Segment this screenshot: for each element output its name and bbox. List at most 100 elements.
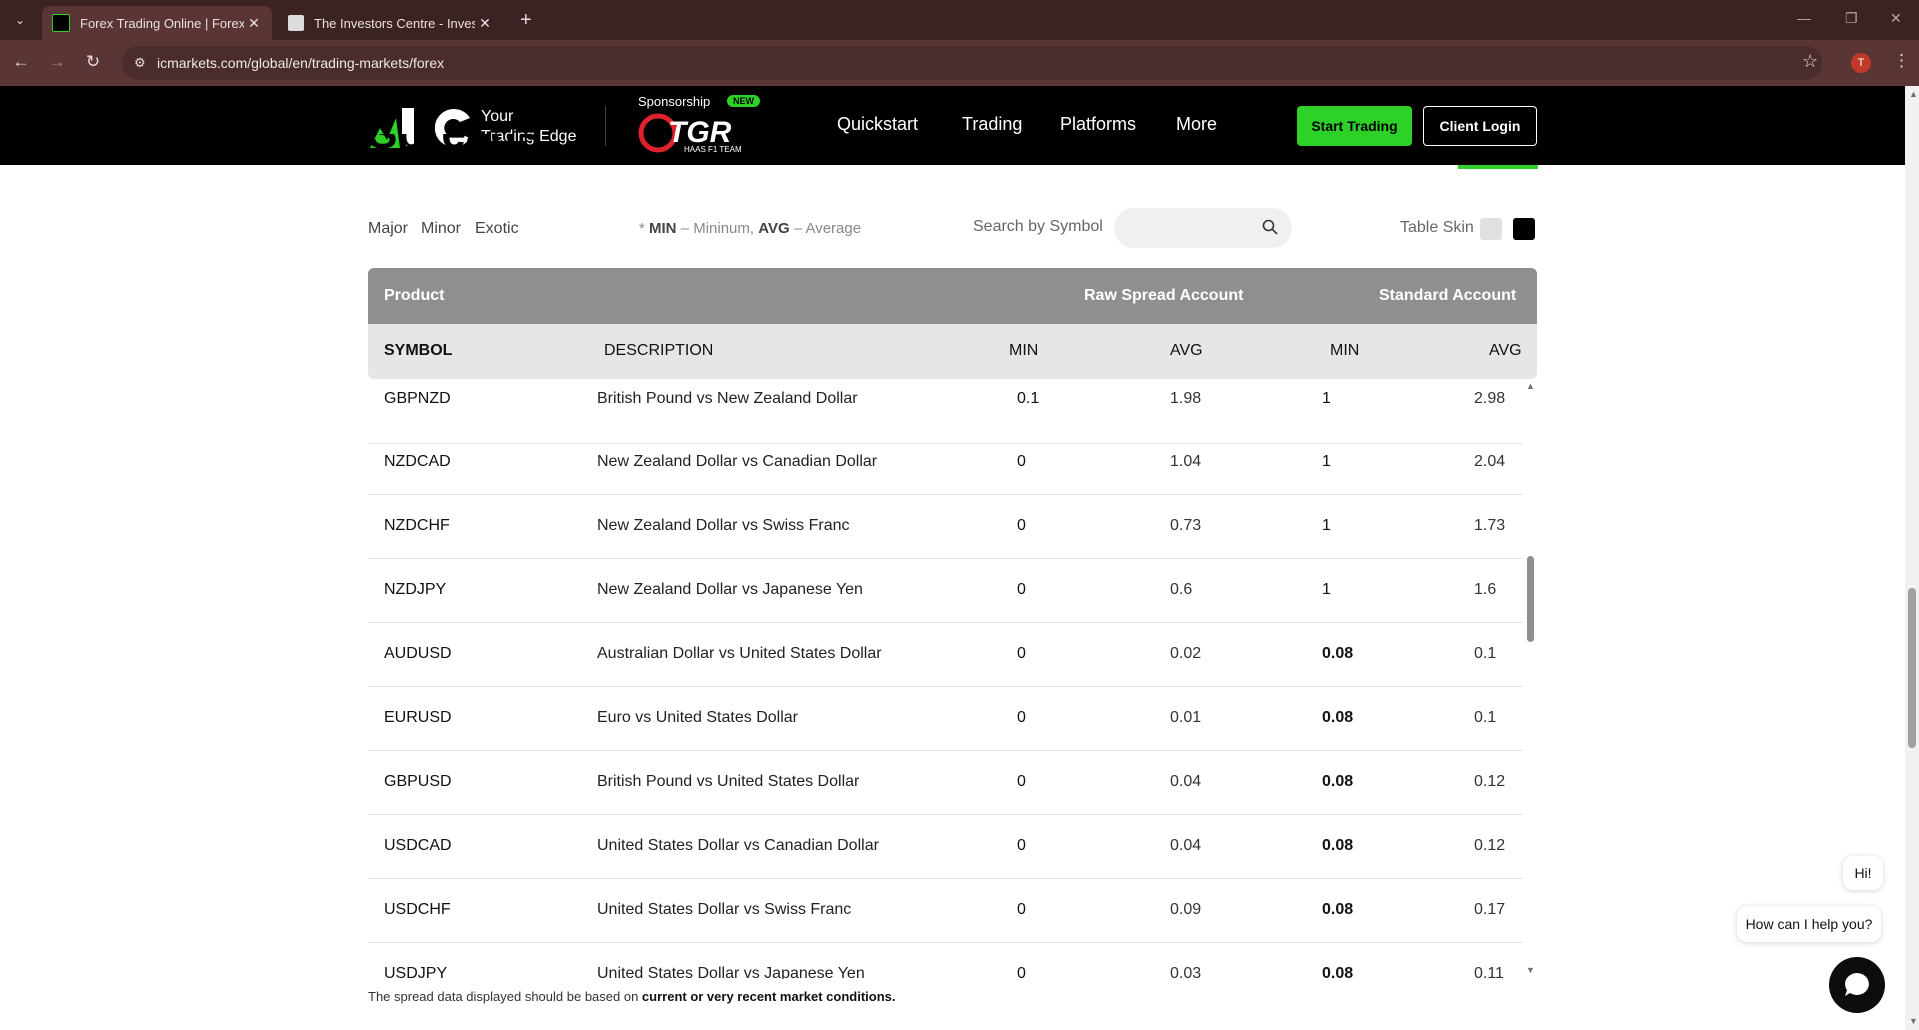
bookmark-star-icon[interactable]: ☆ [1802,51,1818,72]
page-scrollbar-thumb[interactable] [1908,588,1916,748]
client-login-button[interactable]: Client Login [1423,106,1537,146]
raw-min-cell: 0 [1017,581,1026,598]
chat-bubble-icon [1845,973,1869,996]
light-skin-toggle[interactable] [1480,218,1502,240]
window-close-icon[interactable]: ✕ [1890,10,1902,27]
raw-min-cell: 0 [1017,517,1026,534]
close-tab-icon[interactable]: ✕ [475,15,495,32]
raw-avg-cell: 0.73 [1170,517,1202,534]
std-min-cell: 0.08 [1322,901,1354,918]
std-min-cell: 1 [1322,453,1331,470]
std-min-cell: 0.08 [1322,645,1354,662]
description-cell: British Pound vs United States Dollar [597,773,860,790]
raw-min-column[interactable]: MIN [1009,342,1038,360]
tab-search-icon[interactable]: ⌄ [10,10,30,30]
description-cell: United States Dollar vs Canadian Dollar [597,837,879,854]
ic-favicon-icon [52,14,70,32]
table-row[interactable]: NZDCHF New Zealand Dollar vs Swiss Franc… [368,494,1523,559]
profile-avatar[interactable]: T [1851,53,1871,73]
spread-footnote: The spread data displayed should be base… [368,989,896,1004]
std-avg-column[interactable]: AVG [1489,342,1522,360]
address-bar[interactable]: ⚙ icmarkets.com/global/en/trading-market… [122,46,1822,80]
raw-avg-cell: 0.01 [1170,709,1202,726]
description-column[interactable]: DESCRIPTION [604,342,713,360]
table-row[interactable]: USDJPY United States Dollar vs Japanese … [368,942,1523,979]
legend-min: MIN [649,220,677,237]
browser-menu-icon[interactable]: ⋮ [1893,51,1910,71]
std-min-column[interactable]: MIN [1330,342,1359,360]
dark-skin-toggle[interactable] [1513,218,1535,240]
table-scroll-up-icon[interactable]: ▲ [1526,381,1535,391]
new-tab-icon[interactable]: + [520,10,532,30]
standard-account-header: Standard Account [1379,287,1517,304]
std-avg-cell: 0.12 [1474,837,1506,854]
symbol-cell: NZDCHF [384,517,450,534]
browser-tab-inactive[interactable]: The Investors Centre - Investing ✕ [278,6,503,40]
std-min-cell: 0.08 [1322,773,1354,790]
table-row[interactable]: USDCHF United States Dollar vs Swiss Fra… [368,878,1523,943]
table-row[interactable]: USDCAD United States Dollar vs Canadian … [368,814,1523,879]
std-min-cell: 0.08 [1322,837,1354,854]
page-scrollbar[interactable] [1905,86,1919,1030]
chat-launcher-button[interactable] [1829,957,1885,1013]
start-trading-button[interactable]: Start Trading [1297,106,1412,146]
legend-prefix: * [639,220,650,237]
tab-title: Forex Trading Online | Forex CF [80,15,244,31]
spreads-heading: Spreads [368,134,542,165]
nav-trading[interactable]: Trading [962,114,1022,135]
site-info-icon[interactable]: ⚙ [134,55,146,71]
nav-platforms[interactable]: Platforms [1060,114,1136,135]
filter-minor[interactable]: Minor [421,220,461,238]
forward-icon[interactable]: → [46,52,68,72]
reload-icon[interactable]: ↻ [82,52,104,72]
table-row[interactable]: NZDCAD New Zealand Dollar vs Canadian Do… [368,430,1523,495]
description-cell: British Pound vs New Zealand Dollar [597,390,858,407]
std-avg-cell: 0.11 [1474,965,1504,979]
std-min-cell: 1 [1322,581,1331,598]
footnote-text: The spread data displayed should be base… [368,989,642,1004]
table-row[interactable]: EURUSD Euro vs United States Dollar 0 0.… [368,686,1523,751]
std-min-cell: 0.08 [1322,709,1354,726]
raw-min-cell: 0 [1017,965,1026,979]
green-button-edge[interactable] [1458,165,1538,169]
table-scrollbar-thumb[interactable] [1527,556,1534,642]
raw-avg-cell: 0.04 [1170,837,1202,854]
minimize-icon[interactable]: — [1797,10,1811,26]
tgr-haas-f1-logo[interactable]: TGR HAAS F1 TEAM [638,112,764,154]
search-icon[interactable] [1262,219,1278,235]
chat-greeting-bubble[interactable]: Hi! [1843,856,1883,890]
table-scrollbar[interactable] [1525,379,1537,979]
std-avg-cell: 1.73 [1474,517,1506,534]
back-icon[interactable]: ← [10,52,32,72]
raw-min-cell: 0 [1017,709,1026,726]
nav-quickstart[interactable]: Quickstart [837,114,918,135]
std-min-cell: 1 [1322,390,1331,407]
filter-exotic[interactable]: Exotic [475,220,519,238]
table-group-header: Product Raw Spread Account Standard Acco… [368,268,1537,324]
symbol-column[interactable]: SYMBOL [384,342,452,360]
raw-avg-column[interactable]: AVG [1170,342,1203,360]
symbol-cell: AUDUSD [384,645,452,662]
raw-min-cell: 0 [1017,837,1026,854]
std-min-cell: 0.08 [1322,965,1354,979]
page-scroll-down-icon[interactable]: ▼ [1909,1016,1918,1026]
footnote-bold-text: current or very recent market conditions… [641,989,896,1004]
table-row[interactable]: AUDUSD Australian Dollar vs United State… [368,622,1523,687]
filter-major[interactable]: Major [368,220,408,238]
table-scroll-down-icon[interactable]: ▼ [1526,965,1535,975]
table-row[interactable]: NZDJPY New Zealand Dollar vs Japanese Ye… [368,558,1523,623]
page-scroll-up-icon[interactable]: ▲ [1909,89,1918,99]
table-column-header: SYMBOL DESCRIPTION MIN AVG MIN AVG [368,324,1537,379]
sponsor-subtext: HAAS F1 TEAM [684,145,742,154]
browser-tab-active[interactable]: Forex Trading Online | Forex CF ✕ [42,6,272,40]
tab-title: The Investors Centre - Investing [314,15,475,31]
browser-toolbar: ← → ↻ ⚙ icmarkets.com/global/en/trading-… [0,40,1919,86]
close-tab-icon[interactable]: ✕ [244,15,264,32]
std-avg-cell: 0.17 [1474,901,1506,918]
browser-tab-bar: ⌄ Forex Trading Online | Forex CF ✕ The … [0,0,1919,40]
site-header [0,86,1905,165]
restore-icon[interactable]: ❐ [1845,10,1858,27]
table-row[interactable]: GBPUSD British Pound vs United States Do… [368,750,1523,815]
chat-prompt-bubble[interactable]: How can I help you? [1737,906,1881,942]
nav-more[interactable]: More [1176,114,1217,135]
